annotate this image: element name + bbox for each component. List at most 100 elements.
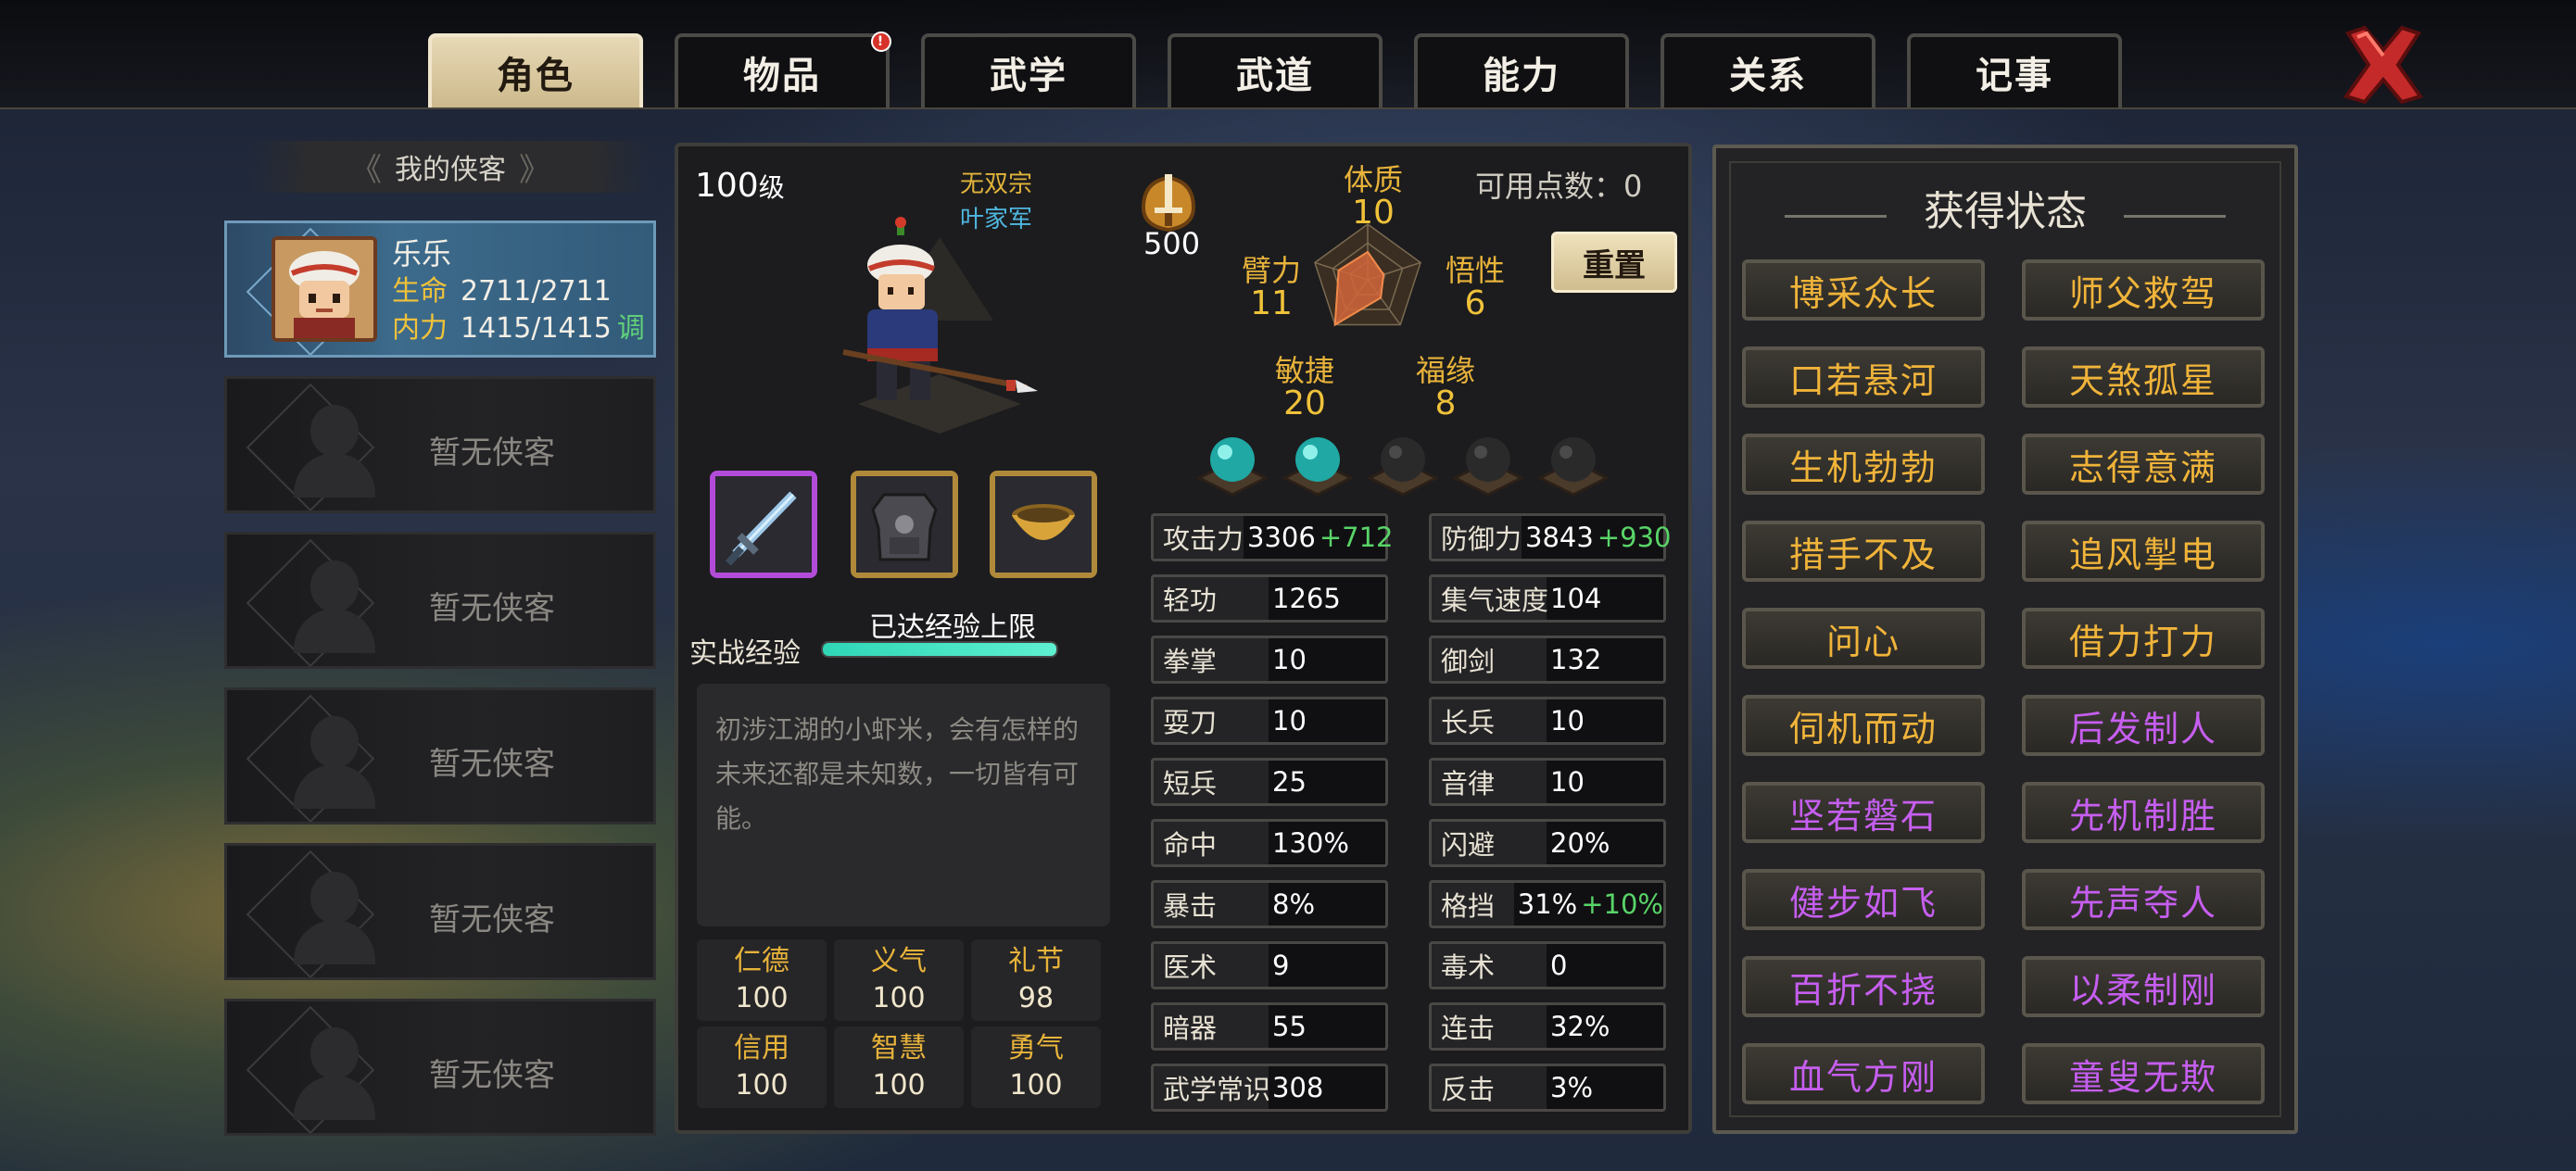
stat-label: 短兵 [1154,761,1269,803]
stat-label: 格挡 [1432,883,1514,925]
stat-value: 8% [1272,888,1316,920]
points-label: 可用点数： [1475,169,1624,204]
status-tag[interactable]: 师父救驾 [2022,259,2265,321]
stat-value: 0 [1550,950,1568,981]
gem-socket-teal[interactable] [1281,432,1355,497]
virtue-value: 98 [1017,982,1054,1014]
gem-socket-empty[interactable] [1451,432,1525,497]
virtue-value: 100 [735,982,789,1014]
stat-label: 御剑 [1432,638,1547,681]
stat-bonus: +10% [1581,888,1663,920]
stat-combo: 连击 32% [1429,1002,1666,1051]
attr-label: 敏捷 [1275,353,1335,388]
close-icon[interactable] [2337,20,2430,109]
weapon-slot[interactable] [710,471,817,578]
mp-label: 内力 [392,312,448,345]
tab-relations[interactable]: 关系 [1661,33,1875,107]
stat-hidden-weapon: 暗器 55 [1151,1002,1388,1051]
sword-icon [715,476,812,573]
hero-slot-empty[interactable]: 暂无侠客 [224,376,656,513]
status-tag[interactable]: 追风掣电 [2022,521,2265,582]
attr-value: 20 [1283,384,1326,422]
status-tag[interactable]: 血气方刚 [1742,1043,1985,1104]
stat-value: 3843 [1525,522,1594,553]
status-tag[interactable]: 健步如飞 [1742,869,1985,930]
chevron-left-icon[interactable]: 《 [350,145,382,190]
stat-bonus: +712 [1319,522,1394,553]
stat-value: 130% [1272,827,1349,859]
tab-role[interactable]: 角色 [428,33,643,107]
armor-slot[interactable] [851,471,958,578]
hero-slot-selected[interactable]: 乐乐 生命 2711/2711 内力 1415/1415 调 [224,220,656,358]
status-tag[interactable]: 天煞孤星 [2022,346,2265,408]
empty-slot-label: 暂无侠客 [429,1057,555,1094]
points-value: 0 [1623,169,1643,204]
stat-label: 武学常识 [1154,1066,1270,1109]
tab-items[interactable]: 物品! [675,31,891,107]
my-heroes-header: 《 我的侠客 》 [250,141,650,193]
virtue-value: 100 [735,1069,789,1102]
gem-socket-empty[interactable] [1536,432,1610,497]
status-tag[interactable]: 问心 [1742,608,1985,669]
status-tag[interactable]: 生机勃勃 [1742,434,1985,495]
stat-value: 32% [1550,1011,1610,1042]
virtue-label: 仁德 [734,945,789,977]
chevron-right-icon[interactable]: 》 [519,145,550,190]
tab-relations-label: 关系 [1729,55,1807,97]
status-tag[interactable]: 童叟无欺 [2022,1043,2265,1104]
status-tag[interactable]: 口若悬河 [1742,346,1985,408]
status-tag[interactable]: 百折不挠 [1742,956,1985,1017]
stat-music: 音律 10 [1429,758,1666,806]
stat-poison: 毒术 0 [1429,941,1666,989]
stat-label: 反击 [1432,1066,1547,1109]
level-value: 100 [695,167,759,205]
empty-slot-label: 暂无侠客 [429,590,555,627]
status-tag[interactable]: 志得意满 [2022,434,2265,495]
tab-martial-way[interactable]: 武道 [1168,33,1383,107]
status-tag[interactable]: 后发制人 [2022,695,2265,756]
status-tag[interactable]: 以柔制刚 [2022,956,2265,1017]
tab-journal[interactable]: 记事 [1907,33,2122,107]
stat-label: 拳掌 [1154,638,1269,681]
hp-label: 生命 [392,275,448,308]
hero-slot-empty[interactable]: 暂无侠客 [224,532,656,669]
attr-fortune: 福缘 8 [1416,354,1475,421]
status-tag[interactable]: 先声夺人 [2022,869,2265,930]
reset-button[interactable]: 重置 [1551,232,1677,293]
tab-journal-label: 记事 [1976,55,2053,97]
virtue-value: 100 [872,982,926,1014]
xp-bar-fill [823,643,1056,656]
attr-label: 臂力 [1242,253,1302,288]
accessory-slot[interactable] [990,471,1097,578]
status-tag[interactable]: 先机制胜 [2022,782,2265,843]
stat-value: 10 [1272,705,1307,737]
status-tag[interactable]: 博采众长 [1742,259,1985,321]
hero-slot-empty[interactable]: 暂无侠客 [224,843,656,980]
stat-value: 308 [1272,1072,1324,1103]
adjust-button[interactable]: 调 [617,312,645,345]
status-tag[interactable]: 坚若磐石 [1742,782,1985,843]
character-level: 100级 [695,167,785,205]
hp-value: 2711/2711 [461,275,612,308]
tab-ability[interactable]: 能力 [1414,33,1629,107]
hero-slot-empty[interactable]: 暂无侠客 [224,687,656,825]
status-tag[interactable]: 借力打力 [2022,608,2265,669]
tab-martial-way-label: 武道 [1236,55,1314,97]
silhouette-icon [294,716,375,809]
virtue-courtesy: 礼节 98 [971,939,1101,1021]
stat-label: 命中 [1154,822,1269,864]
stat-label: 耍刀 [1154,699,1269,742]
stat-label: 暴击 [1154,883,1269,925]
hero-mp: 内力 1415/1415 调 [392,305,645,346]
gem-socket-empty[interactable] [1366,432,1440,497]
empty-slot-label: 暂无侠客 [429,434,555,472]
gem-socket-teal[interactable] [1195,432,1269,497]
character-description: 初涉江湖的小虾米，会有怎样的未来还都是未知数，一切皆有可能。 [697,684,1110,926]
status-tag[interactable]: 措手不及 [1742,521,1985,582]
status-tag[interactable]: 伺机而动 [1742,695,1985,756]
tab-martial-arts[interactable]: 武学 [921,33,1136,107]
hero-slot-empty[interactable]: 暂无侠客 [224,999,656,1136]
notification-badge: ! [871,31,891,52]
stat-value: 3% [1550,1072,1594,1103]
stat-label: 集气速度 [1432,577,1548,620]
